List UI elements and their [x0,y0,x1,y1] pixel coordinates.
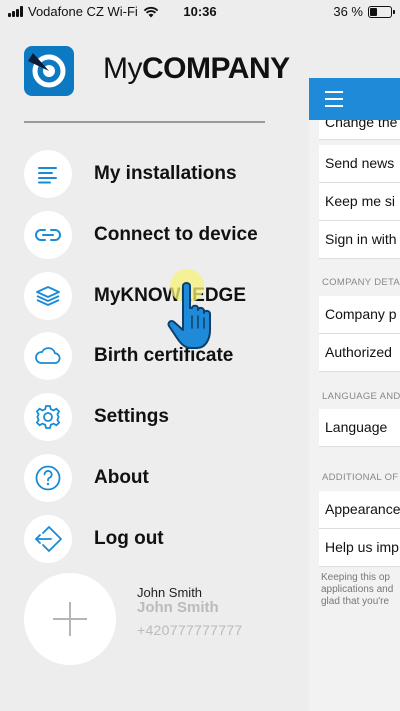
settings-page-background: Change the Send news Keep me si Sign in … [309,78,400,711]
menu-item-label: Log out [94,528,164,549]
settings-row[interactable]: Help us imp [319,529,400,567]
hamburger-menu-icon[interactable] [325,91,343,112]
menu-item-label: My installations [94,163,237,184]
status-bar: Vodafone CZ Wi-Fi 10:36 36 % [0,0,400,24]
link-icon [24,211,72,259]
settings-footer-text: applications and [321,584,394,595]
question-icon [24,454,72,502]
menu-item-label: Settings [94,406,169,427]
avatar[interactable] [24,573,116,665]
menu-item-about[interactable]: About [24,453,264,503]
settings-row[interactable]: Company p [319,296,400,334]
list-icon [24,150,72,198]
menu-item-label: About [94,467,149,488]
layers-icon [24,272,72,320]
menu-item-label: Birth certificate [94,345,234,366]
settings-footer-text: Keeping this op [321,572,390,583]
header-divider [24,121,265,123]
settings-row[interactable]: Send news [319,145,400,183]
settings-header-bar [309,78,400,120]
plus-icon [53,602,87,636]
settings-row[interactable]: Keep me si [319,183,400,221]
menu-item-log-out[interactable]: Log out [24,514,264,564]
settings-row[interactable]: Sign in with [319,221,400,259]
battery-icon [368,5,395,18]
menu-item-settings[interactable]: Settings [24,392,264,442]
menu-item-label: MyKNOWLEDGE [94,285,246,306]
settings-row[interactable]: Language [319,409,400,447]
logout-icon [24,515,72,563]
section-header: COMPANY DETA [322,277,400,288]
menu-item-myknowledge[interactable]: MyKNOWLEDGE [24,271,264,321]
gear-icon [24,393,72,441]
section-header: LANGUAGE AND [322,391,400,402]
menu-item-label: Connect to device [94,224,258,245]
brand-title: MyCOMPANY [103,52,290,86]
profile-name-placeholder: John Smith [137,599,219,616]
cloud-icon [24,332,72,380]
settings-footer-text: glad that you're [321,596,390,607]
section-header: ADDITIONAL OF [322,472,399,483]
menu-item-connect-to-device[interactable]: Connect to device [24,210,264,260]
company-logo-icon [24,46,74,96]
settings-row[interactable]: Authorized [319,334,400,372]
battery-percent: 36 % [333,4,363,19]
profile-phone: +420777777777 [137,622,243,638]
brand-bold: COMPANY [142,52,290,85]
menu-item-birth-certificate[interactable]: Birth certificate [24,331,264,381]
settings-row[interactable]: Appearance [319,491,400,529]
profile-name: John Smith [137,585,203,600]
settings-row[interactable]: Change the [319,120,400,140]
brand-thin: My [103,52,143,85]
menu-item-my-installations[interactable]: My installations [24,149,264,199]
status-right: 36 % [333,4,395,19]
